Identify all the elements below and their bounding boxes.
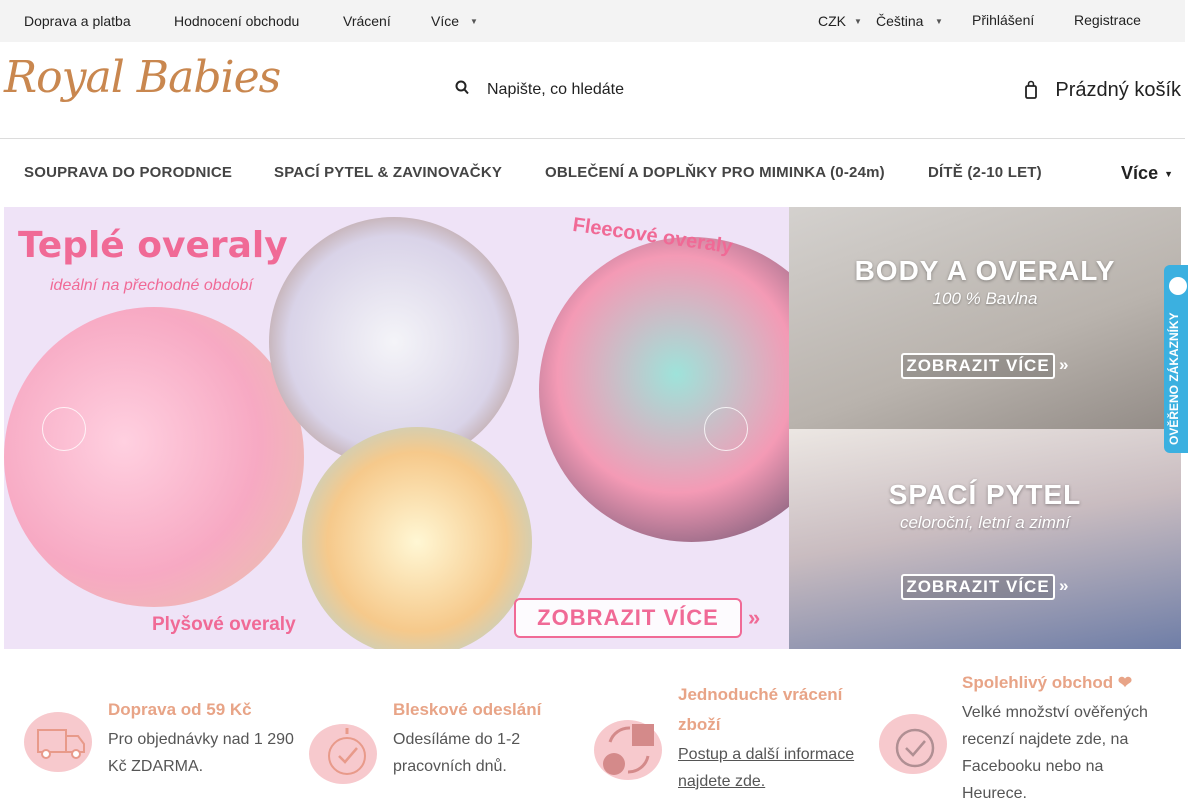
- nav-more-label: Více: [1121, 163, 1159, 183]
- side-banner-chevrons-icon: »: [1059, 355, 1069, 374]
- benefit-title: Doprava od 59 Kč: [108, 700, 252, 719]
- returns-info-link[interactable]: najdete zde.: [678, 768, 765, 795]
- fleece-overalls-photo: [539, 237, 789, 542]
- carousel-next-button[interactable]: [704, 407, 748, 451]
- site-logo[interactable]: Royal Babies: [4, 52, 281, 103]
- stopwatch-icon: [309, 724, 377, 784]
- side-banner-sleeping-bag[interactable]: SPACÍ PYTEL celoroční, letní a zimní ZOB…: [789, 429, 1181, 649]
- header: Royal Babies Napište, co hledáte Prázdný…: [0, 42, 1185, 139]
- side-banner-title: SPACÍ PYTEL: [888, 479, 1082, 510]
- side-banner-cta-button[interactable]: ZOBRAZIT VÍCE: [901, 353, 1055, 379]
- hero-title: Teplé overaly: [18, 225, 288, 266]
- hero-plush-label: Plyšové overaly: [152, 614, 296, 635]
- benefit-title: Bleskové odeslání: [393, 700, 542, 719]
- hero-banner[interactable]: Teplé overaly ideální na přechodné obdob…: [4, 207, 789, 649]
- benefit-text-line: Kč ZDARMA.: [108, 758, 204, 775]
- side-banner-chevrons-icon: »: [1059, 576, 1069, 595]
- nav-item-maternity-kit[interactable]: SOUPRAVA DO PORODNICE: [24, 164, 232, 181]
- nav-more-chevron-icon: ▼: [1164, 169, 1173, 180]
- benefit-easy-returns: Jednoduché vrácení zboží Postup a další …: [594, 660, 879, 800]
- benefit-text-line: pracovních dnů.: [393, 758, 507, 775]
- language-select[interactable]: Čeština: [876, 13, 923, 29]
- hero-cta-button[interactable]: ZOBRAZIT VÍCE: [514, 598, 742, 638]
- cart-label: Prázdný košík: [1055, 79, 1181, 101]
- currency-chevron-down-icon: ▼: [854, 17, 862, 26]
- language-chevron-down-icon: ▼: [935, 17, 943, 26]
- side-banner-title: BODY A OVERALY: [854, 255, 1116, 286]
- side-banner-bodysuits[interactable]: BODY A OVERALY 100 % Bavlna ZOBRAZIT VÍC…: [789, 207, 1181, 429]
- benefit-reliable-shop: Spolehlivý obchod ❤ Velké množství ověře…: [879, 660, 1164, 800]
- returns-info-link[interactable]: Postup a další informace: [678, 741, 854, 768]
- search-icon[interactable]: [455, 78, 469, 98]
- category-nav: SOUPRAVA DO PORODNICE SPACÍ PYTEL & ZAVI…: [0, 139, 1185, 207]
- top-bar: Doprava a platba Hodnocení obchodu Vráce…: [0, 0, 1185, 42]
- carousel-prev-button[interactable]: [42, 407, 86, 451]
- verified-badge-icon: [1169, 277, 1187, 295]
- benefit-text-line: Pro objednávky nad 1 290: [108, 731, 294, 748]
- benefit-text-line: Odesíláme do 1-2: [393, 731, 521, 748]
- benefit-text-line: Facebooku nebo na: [962, 758, 1104, 775]
- return-money-icon: [594, 720, 662, 780]
- nav-item-baby-clothing[interactable]: OBLEČENÍ A DOPLŇKY PRO MIMINKA (0-24m): [545, 164, 885, 181]
- verified-tab-label: OVĚŘENO ZÁKAZNÍKY: [1167, 312, 1181, 445]
- benefit-title: Spolehlivý obchod ❤: [962, 673, 1133, 692]
- benefit-title: zboží: [678, 715, 721, 734]
- nav-more-button[interactable]: Více ▼: [1121, 163, 1173, 184]
- checkmark-icon: [879, 714, 947, 774]
- benefit-text-line: recenzí najdete zde, na: [962, 731, 1129, 748]
- search-box[interactable]: Napište, co hledáte: [455, 74, 755, 104]
- register-link[interactable]: Registrace: [1074, 12, 1141, 28]
- printed-overall-photo: [302, 427, 532, 649]
- nav-item-child[interactable]: DÍTĚ (2-10 LET): [928, 164, 1042, 181]
- shipping-link[interactable]: Doprava a platba: [24, 13, 131, 29]
- more-chevron-down-icon: ▼: [470, 17, 478, 26]
- truck-icon: [24, 712, 92, 772]
- side-banner-subtitle: celoroční, letní a zimní: [899, 513, 1071, 532]
- benefit-text-line: Heurece.: [962, 785, 1027, 800]
- benefit-shipping: Doprava od 59 Kč Pro objednávky nad 1 29…: [24, 660, 309, 800]
- more-link[interactable]: Více: [431, 13, 459, 29]
- side-banner-subtitle: 100 % Bavlna: [932, 289, 1038, 308]
- benefit-fast-dispatch: Bleskové odeslání Odesíláme do 1-2 praco…: [309, 660, 594, 800]
- currency-select[interactable]: CZK: [818, 13, 846, 29]
- verified-by-customers-tab[interactable]: OVĚŘENO ZÁKAZNÍKY: [1164, 265, 1188, 453]
- returns-link[interactable]: Vrácení: [343, 13, 391, 29]
- search-input[interactable]: Napište, co hledáte: [487, 81, 624, 99]
- nav-item-sleeping-bags[interactable]: SPACÍ PYTEL & ZAVINOVAČKY: [274, 164, 502, 181]
- benefit-text-line: Velké množství ověřených: [962, 704, 1148, 721]
- login-link[interactable]: Přihlášení: [972, 12, 1034, 28]
- cart-icon: [1025, 80, 1037, 99]
- side-banner-cta-button[interactable]: ZOBRAZIT VÍCE: [901, 574, 1055, 600]
- hero-subtitle: ideální na přechodné období: [50, 277, 253, 294]
- cart-button[interactable]: Prázdný košík: [1021, 74, 1181, 104]
- store-rating-link[interactable]: Hodnocení obchodu: [174, 13, 299, 29]
- hero-chevrons-icon: »: [748, 605, 761, 630]
- benefit-title: Jednoduché vrácení: [678, 685, 843, 704]
- plush-overalls-photo: [4, 307, 304, 607]
